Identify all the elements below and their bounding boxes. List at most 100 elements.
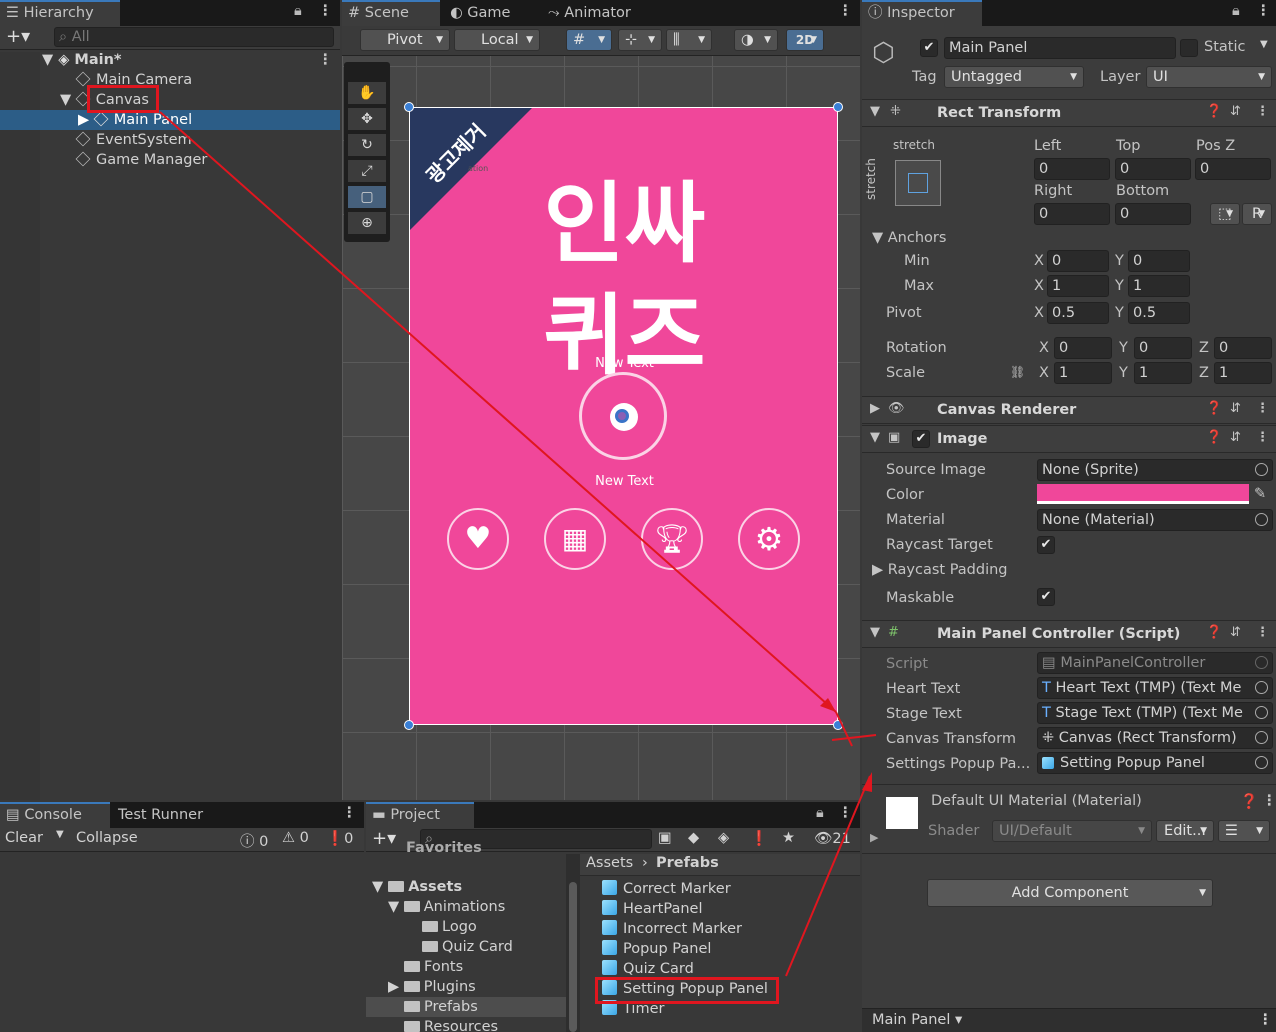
tab-game[interactable]: ◐ Game bbox=[444, 0, 518, 26]
object-picker-icon[interactable] bbox=[1255, 756, 1268, 769]
tab-animator[interactable]: ⤳ Animator bbox=[542, 0, 639, 26]
more-icon[interactable]: ⋮ bbox=[1258, 1012, 1273, 1028]
tree-prefabs[interactable]: Prefabs bbox=[404, 997, 478, 1017]
tree-fonts[interactable]: Fonts bbox=[404, 957, 463, 977]
handle-top-left[interactable] bbox=[404, 102, 414, 112]
object-picker-icon[interactable] bbox=[1255, 681, 1268, 694]
asset-quiz-card[interactable]: Quiz Card bbox=[602, 959, 694, 979]
handle-top-right[interactable] bbox=[833, 102, 843, 112]
source-image-field[interactable]: None (Sprite) bbox=[1037, 459, 1273, 481]
bottom-input[interactable]: 0 bbox=[1115, 203, 1191, 225]
rotation-y[interactable]: 0 bbox=[1134, 337, 1192, 359]
help-icon[interactable]: ❓ bbox=[1240, 793, 1258, 810]
label-filter-icon[interactable]: ◈ bbox=[718, 830, 729, 846]
add-button[interactable]: +▾ bbox=[6, 26, 30, 47]
asset-incorrect-marker[interactable]: Incorrect Marker bbox=[602, 919, 742, 939]
tab-inspector[interactable]: ⓘ Inspector bbox=[862, 0, 982, 26]
object-picker-icon[interactable] bbox=[1255, 706, 1268, 719]
scale-y[interactable]: 1 bbox=[1134, 362, 1192, 384]
anchor-preset-button[interactable] bbox=[895, 160, 941, 206]
edit-shader-button[interactable]: Edit... bbox=[1156, 820, 1214, 842]
2d-toggle[interactable]: 2D bbox=[786, 29, 824, 51]
preview-dropdown[interactable]: Main Panel ▾ bbox=[872, 1012, 962, 1028]
material-foldout[interactable]: ▶ bbox=[870, 831, 878, 844]
more-icon[interactable]: ⋮ bbox=[318, 3, 333, 19]
create-button[interactable]: +▾ bbox=[372, 828, 396, 849]
tab-project[interactable]: ▬ Project bbox=[366, 802, 474, 828]
warning-count[interactable]: ⚠ 0 bbox=[282, 830, 309, 846]
tree-assets[interactable]: ▼ Assets bbox=[372, 877, 462, 897]
scene-menu-icon[interactable]: ⋮ bbox=[318, 52, 333, 68]
maskable-checkbox[interactable]: ✔ bbox=[1037, 588, 1055, 606]
hierarchy-search[interactable]: ⌕ All bbox=[54, 27, 334, 47]
more-icon[interactable]: ⋮ bbox=[1256, 3, 1271, 19]
shader-options-button[interactable]: ☰ bbox=[1218, 820, 1270, 842]
alert-filter-icon[interactable]: ❗ bbox=[750, 830, 768, 847]
favorites-header[interactable]: Favorites bbox=[406, 840, 482, 856]
rotate-tool-icon[interactable]: ↻ bbox=[348, 134, 386, 156]
tab-test-runner[interactable]: Test Runner bbox=[112, 802, 211, 828]
rotation-x[interactable]: 0 bbox=[1054, 337, 1112, 359]
more-icon[interactable]: ⋮ bbox=[1262, 793, 1276, 809]
static-checkbox[interactable] bbox=[1180, 39, 1198, 57]
hierarchy-item-eventsystem[interactable]: EventSystem bbox=[75, 130, 192, 150]
blueprint-mode-button[interactable]: ⬚ bbox=[1210, 203, 1240, 225]
snap-increment-button[interactable]: ⊹ bbox=[618, 29, 662, 51]
main-panel-preview[interactable]: 광고제거 ation 인싸 퀴즈 New Text New Text ♥ ▦ 🏆… bbox=[409, 107, 838, 725]
transform-tool-icon[interactable]: ⊕ bbox=[348, 212, 386, 234]
info-count[interactable]: ⓘ 0 bbox=[240, 830, 268, 851]
script-header[interactable]: ▼ # Main Panel Controller (Script) ❓ ⇵ ⋮ bbox=[862, 620, 1276, 648]
raw-edit-button[interactable]: R bbox=[1242, 203, 1272, 225]
handle-bottom-left[interactable] bbox=[404, 720, 414, 730]
image-enabled-checkbox[interactable]: ✔ bbox=[912, 430, 930, 448]
scene-root[interactable]: ▼ ◈ Main* bbox=[42, 50, 122, 70]
tab-console[interactable]: ▤ Console bbox=[0, 802, 110, 828]
static-dropdown-icon[interactable]: ▼ bbox=[1260, 39, 1268, 50]
more-icon[interactable]: ⋮ bbox=[838, 3, 853, 19]
scale-tool-icon[interactable]: ⤢ bbox=[348, 160, 386, 182]
left-input[interactable]: 0 bbox=[1034, 158, 1110, 180]
clear-options-icon[interactable]: ▼ bbox=[56, 829, 64, 840]
posz-input[interactable]: 0 bbox=[1195, 158, 1271, 180]
breadcrumb-prefabs[interactable]: Prefabs bbox=[656, 855, 719, 871]
material-field[interactable]: None (Material) bbox=[1037, 509, 1273, 531]
tree-quiz-card[interactable]: Quiz Card bbox=[422, 937, 513, 957]
tag-dropdown[interactable]: Untagged bbox=[944, 66, 1084, 88]
lock-icon[interactable]: 🔒︎ bbox=[816, 805, 824, 821]
raycast-padding-foldout[interactable]: ▶ Raycast Padding bbox=[872, 562, 1008, 578]
rect-transform-header[interactable]: ▼ ⁜ Rect Transform ❓ ⇵ ⋮ bbox=[862, 99, 1276, 127]
draw-mode-button[interactable]: ◑ bbox=[734, 29, 778, 51]
shader-dropdown[interactable]: UI/Default bbox=[992, 820, 1152, 842]
anchor-min-y[interactable]: 0 bbox=[1128, 250, 1190, 272]
heart-icon[interactable]: ♥ bbox=[447, 508, 509, 570]
tree-animations[interactable]: ▼ Animations bbox=[388, 897, 505, 917]
pivot-dropdown[interactable]: Pivot bbox=[360, 29, 450, 51]
asset-popup-panel[interactable]: Popup Panel bbox=[602, 939, 711, 959]
search-mode-icon[interactable]: ▣ bbox=[658, 830, 672, 846]
add-component-button[interactable]: Add Component bbox=[927, 879, 1213, 907]
handle-bottom-right[interactable] bbox=[833, 720, 843, 730]
asset-correct-marker[interactable]: Correct Marker bbox=[602, 879, 731, 899]
lock-icon[interactable]: 🔒︎ bbox=[294, 3, 302, 19]
pivot-x[interactable]: 0.5 bbox=[1047, 302, 1109, 324]
anchor-min-x[interactable]: 0 bbox=[1047, 250, 1109, 272]
color-swatch[interactable] bbox=[1037, 484, 1249, 504]
more-icon[interactable]: ⋮ bbox=[342, 805, 357, 821]
trophy-icon[interactable]: 🏆︎ bbox=[641, 508, 703, 570]
error-count[interactable]: ❗0 bbox=[326, 830, 353, 847]
grid-icon[interactable]: ▦ bbox=[544, 508, 606, 570]
scale-z[interactable]: 1 bbox=[1214, 362, 1272, 384]
object-picker-icon[interactable] bbox=[1255, 731, 1268, 744]
collapse-button[interactable]: Collapse bbox=[76, 830, 138, 846]
tree-scrollbar[interactable] bbox=[566, 854, 580, 1032]
eyedropper-icon[interactable]: ✎ bbox=[1254, 486, 1266, 502]
heart-text-field[interactable]: T Heart Text (TMP) (Text Me bbox=[1037, 677, 1273, 699]
anchor-max-y[interactable]: 1 bbox=[1128, 275, 1190, 297]
lock-icon[interactable]: 🔒︎ bbox=[1232, 3, 1240, 19]
scale-x[interactable]: 1 bbox=[1054, 362, 1112, 384]
object-picker-icon[interactable] bbox=[1255, 463, 1268, 476]
raycast-target-checkbox[interactable]: ✔ bbox=[1037, 536, 1055, 554]
ruler-button[interactable]: ⫼ bbox=[666, 29, 712, 51]
right-input[interactable]: 0 bbox=[1034, 203, 1110, 225]
rect-tool-icon[interactable]: ▢ bbox=[348, 186, 386, 208]
